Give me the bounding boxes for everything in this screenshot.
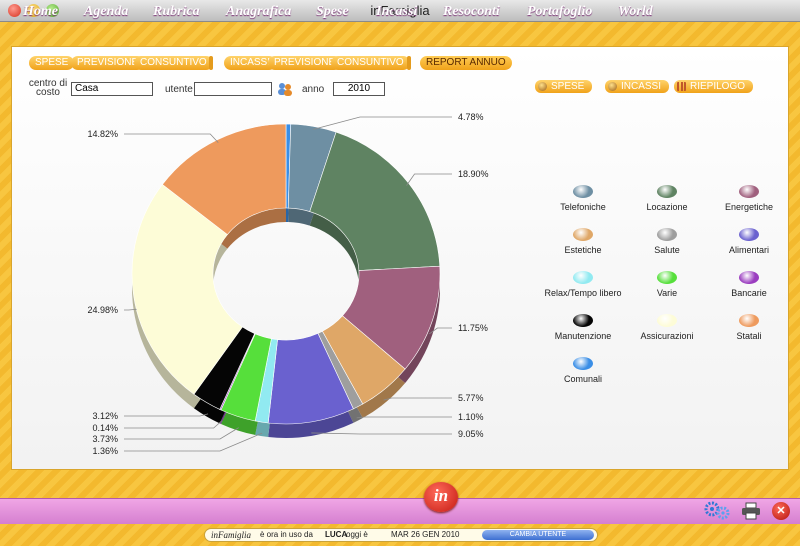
report-tab-spese-label: SPESE <box>551 81 585 92</box>
nav-spese[interactable]: Spese <box>316 4 349 20</box>
legend-swatch <box>657 228 677 241</box>
legend-swatch <box>573 357 593 370</box>
report-tab-riepilogo-label: RIEPILOGO <box>690 81 746 92</box>
legend-swatch <box>573 271 593 284</box>
status-date: MAR 26 GEN 2010 <box>391 530 460 539</box>
legend-swatch <box>573 185 593 198</box>
anno-label: anno <box>302 84 325 95</box>
nav-incassi[interactable]: Incassi <box>376 4 417 20</box>
status-today-label: oggi è <box>346 530 368 539</box>
legend-label: Energetiche <box>724 202 774 212</box>
legend-item: Bancarie <box>694 271 800 298</box>
spese-icon <box>538 82 547 91</box>
change-user-button[interactable]: CAMBIA UTENTE <box>482 530 594 540</box>
legend-label: Bancarie <box>731 288 767 298</box>
incassi-icon <box>608 82 617 91</box>
legend-swatch <box>739 228 759 241</box>
legend-label: Telefoniche <box>560 202 606 212</box>
legend-swatch <box>573 228 593 241</box>
legend-item: Energetiche <box>694 185 800 212</box>
legend-label: Manutenzione <box>554 331 612 341</box>
legend-swatch <box>573 314 593 327</box>
anno-field[interactable]: 2010 <box>333 82 385 96</box>
legend-label: Salute <box>654 245 680 255</box>
legend-label: Statali <box>736 331 762 341</box>
report-tab-incassi-label: INCASSI <box>621 81 662 92</box>
status-user: LUCA <box>325 530 348 539</box>
tab-spese-consuntivo[interactable]: CONSUNTIVO <box>134 56 213 70</box>
nav-agenda[interactable]: Agenda <box>84 4 128 20</box>
legend-swatch <box>739 185 759 198</box>
legend-swatch <box>657 271 677 284</box>
legend-label: Assicurazioni <box>640 331 694 341</box>
nav-resoconti[interactable]: Resoconti <box>443 4 500 20</box>
close-icon[interactable]: ✕ <box>772 502 790 520</box>
tab-separator <box>407 56 411 70</box>
report-tab-riepilogo[interactable]: RIEPILOGO <box>674 80 754 93</box>
report-panel <box>11 46 789 470</box>
legend-swatch <box>657 314 677 327</box>
nav-rubrica[interactable]: Rubrica <box>153 4 200 20</box>
tab-report-annuo[interactable]: REPORT ANNUO <box>420 56 512 70</box>
legend-swatch <box>657 185 677 198</box>
legend-label: Varie <box>656 288 678 298</box>
report-tab-incassi[interactable]: INCASSI <box>605 80 670 93</box>
nav-portafoglio[interactable]: Portafoglio <box>527 4 592 20</box>
bar-chart-icon <box>677 82 686 91</box>
main-navbar <box>0 498 800 524</box>
legend-label: Estetiche <box>564 245 602 255</box>
legend-label: Relax/Tempo libero <box>544 288 622 298</box>
infamiglia-logo[interactable]: in <box>424 482 458 512</box>
centro-di-costo-label: centro di costo <box>28 78 68 98</box>
utente-field[interactable] <box>194 82 272 96</box>
legend-swatch <box>739 314 759 327</box>
legend-item: Alimentari <box>694 228 800 255</box>
gears-icon[interactable] <box>703 500 731 520</box>
printer-icon[interactable] <box>741 502 761 520</box>
nav-world[interactable]: World <box>618 4 653 20</box>
legend-item: Comunali <box>528 357 638 384</box>
centro-di-costo-field[interactable]: Casa <box>71 82 153 96</box>
legend-label: Comunali <box>563 374 603 384</box>
legend-swatch <box>739 271 759 284</box>
status-app-name: inFamiglia <box>211 530 251 540</box>
status-in-use-text: è ora in uso da <box>260 530 313 539</box>
legend-label: Locazione <box>646 202 688 212</box>
tab-separator <box>209 56 213 70</box>
legend-label: Alimentari <box>728 245 769 255</box>
report-tab-spese[interactable]: SPESE <box>535 80 593 93</box>
tab-spese[interactable]: SPESE <box>29 56 75 70</box>
tab-incassi-consuntivo[interactable]: CONSUNTIVO <box>331 56 410 70</box>
nav-anagrafica[interactable]: Anagrafica <box>226 4 291 20</box>
legend-item: Statali <box>694 314 800 341</box>
utente-label: utente <box>165 84 193 95</box>
window-close-button[interactable] <box>8 4 21 17</box>
nav-home[interactable]: Home <box>23 4 58 20</box>
users-icon[interactable] <box>276 81 294 97</box>
